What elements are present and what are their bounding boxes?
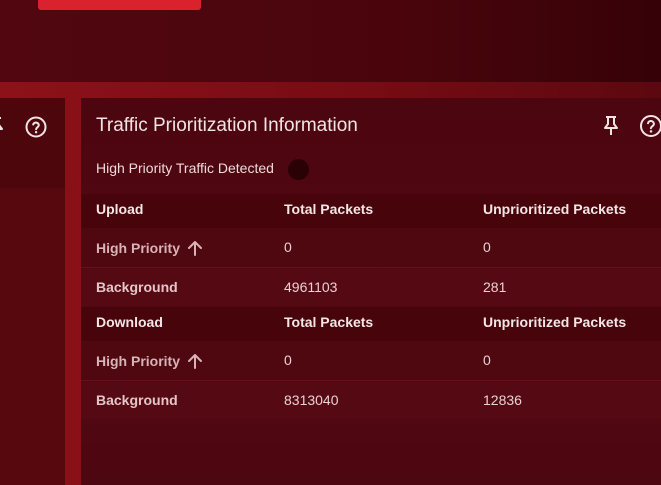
page: Traffic Prioritization Information High … — [0, 0, 661, 485]
total-packets-value: 0 — [284, 352, 292, 368]
row-label-text: High Priority — [96, 353, 181, 369]
total-packets-column-header: Total Packets — [284, 314, 374, 330]
left-card — [0, 98, 65, 485]
unprioritized-packets-value: 281 — [483, 279, 507, 295]
high-priority-detected-label: High Priority Traffic Detected — [96, 160, 274, 176]
row-label: High Priority — [96, 352, 204, 370]
arrow-up-icon — [188, 241, 203, 256]
table-row: Background 8313040 12836 — [81, 382, 661, 419]
pin-icon[interactable] — [601, 115, 621, 137]
upload-header-row: Upload Total Packets Unprioritized Packe… — [81, 194, 661, 228]
row-label: Background — [96, 279, 178, 295]
row-label: High Priority — [96, 239, 204, 257]
download-column-header: Download — [96, 314, 163, 330]
unprioritized-packets-value: 0 — [483, 352, 491, 368]
table-row: High Priority 0 0 — [81, 342, 661, 381]
total-packets-value: 4961103 — [284, 279, 338, 295]
top-card — [0, 0, 661, 82]
total-packets-value: 8313040 — [284, 392, 339, 408]
help-icon[interactable] — [25, 116, 47, 138]
row-label-text: High Priority — [96, 240, 181, 256]
total-packets-column-header: Total Packets — [284, 201, 374, 217]
top-action-button[interactable] — [38, 0, 201, 10]
unprioritized-packets-column-header: Unprioritized Packets — [483, 201, 627, 217]
unprioritized-packets-value: 0 — [483, 239, 491, 255]
unprioritized-packets-column-header: Unprioritized Packets — [483, 314, 627, 330]
upload-column-header: Upload — [96, 201, 144, 217]
section-divider — [0, 82, 661, 98]
detection-status-indicator — [288, 159, 309, 180]
card-title: Traffic Prioritization Information — [96, 115, 358, 136]
left-card-header — [0, 98, 65, 188]
traffic-prioritization-card: Traffic Prioritization Information High … — [81, 98, 661, 485]
table-row: High Priority 0 0 — [81, 229, 661, 268]
arrow-up-icon — [188, 354, 203, 369]
pin-icon[interactable] — [0, 116, 6, 132]
row-label: Background — [96, 392, 178, 408]
unprioritized-packets-value: 12836 — [483, 392, 522, 408]
help-icon[interactable] — [639, 114, 661, 138]
total-packets-value: 0 — [284, 239, 292, 255]
download-header-row: Download Total Packets Unprioritized Pac… — [81, 307, 661, 341]
card-gutter — [65, 98, 81, 485]
table-row: Background 4961103 281 — [81, 269, 661, 306]
